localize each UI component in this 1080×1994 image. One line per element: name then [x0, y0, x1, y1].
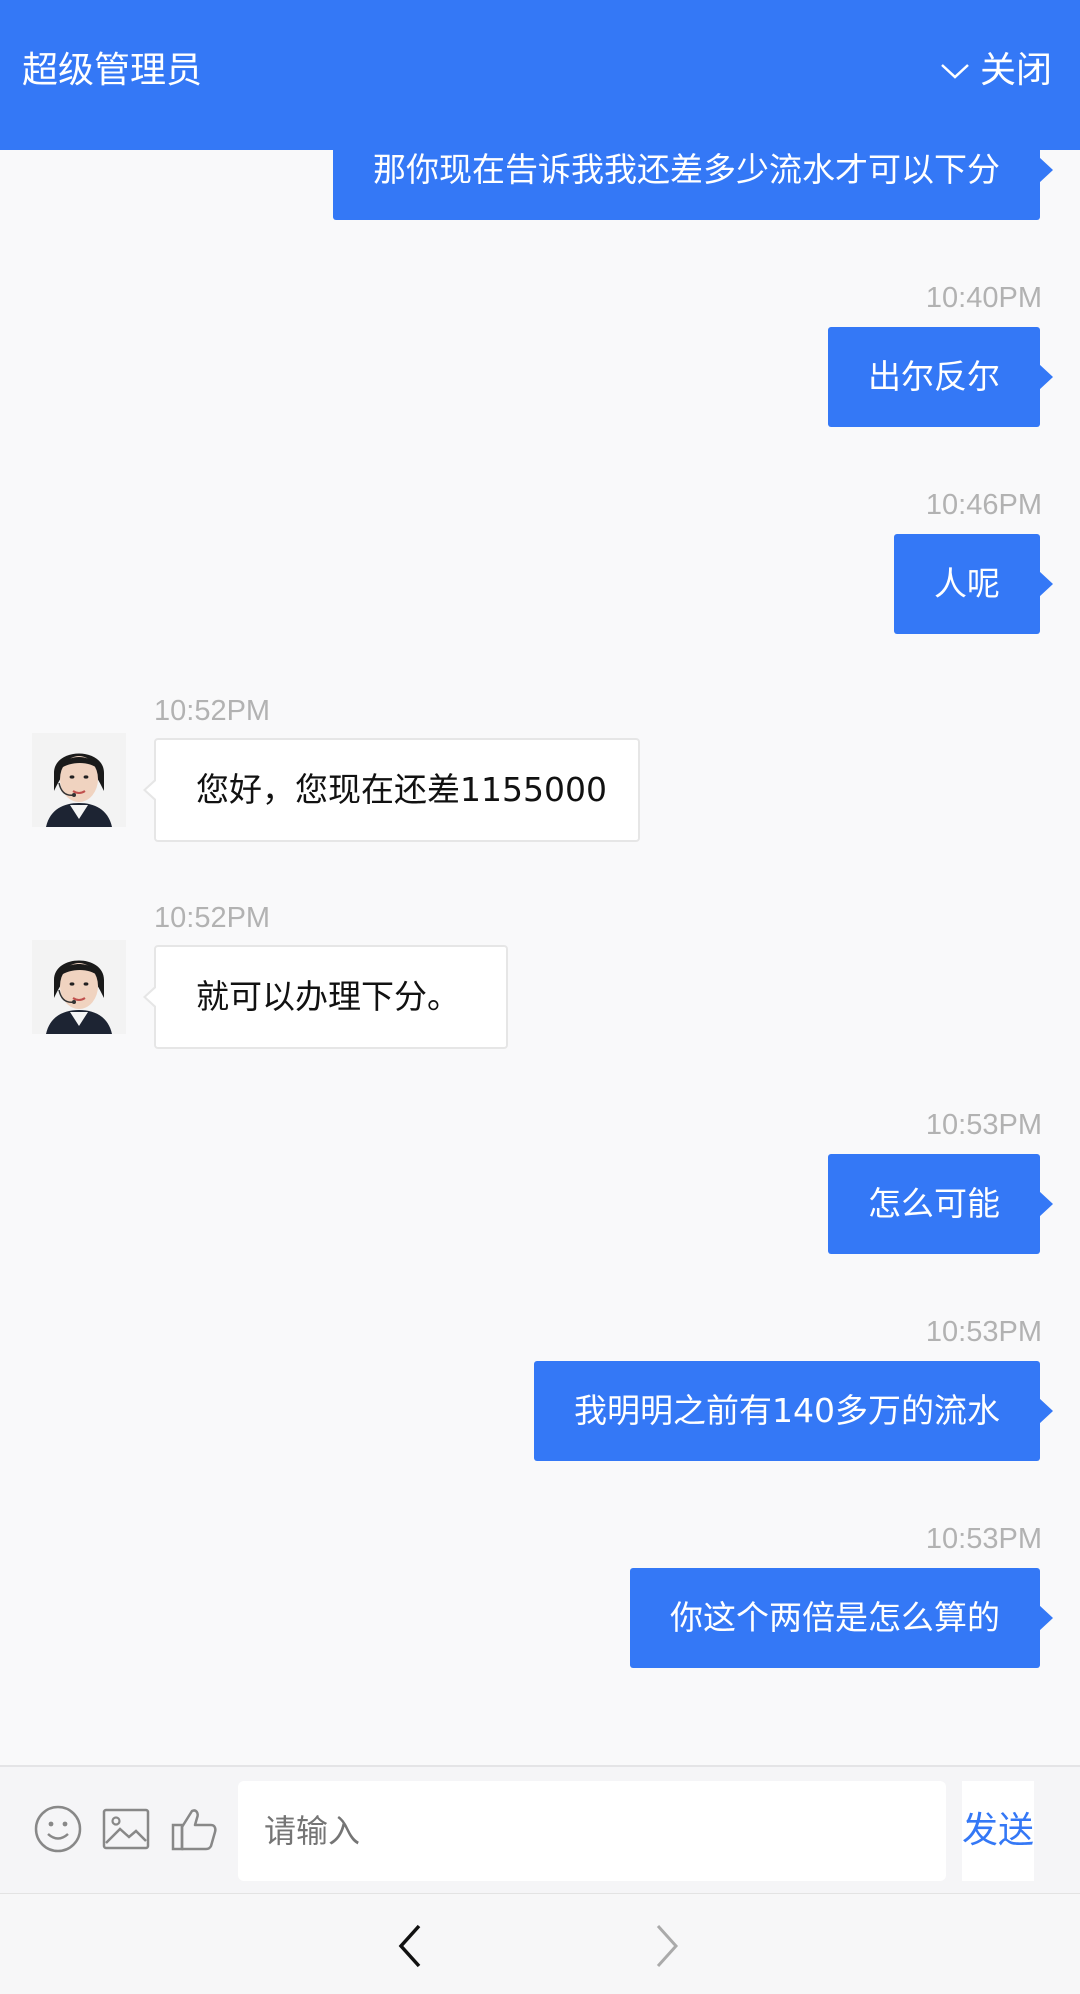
message-timestamp: 10:46PM	[925, 489, 1042, 521]
message-timestamp: 10:53PM	[925, 1109, 1042, 1141]
close-label: 关闭	[979, 50, 1052, 91]
message-timestamp: 10:53PM	[925, 1523, 1042, 1555]
back-icon[interactable]	[395, 1924, 425, 1972]
message-bubble[interactable]: 你这个两倍是怎么算的	[630, 1568, 1053, 1668]
thumbs-up-icon[interactable]	[170, 1805, 218, 1857]
message-timestamp: 10:40PM	[925, 282, 1042, 314]
close-button[interactable]: 关闭	[940, 46, 1052, 96]
message-input[interactable]	[238, 1781, 946, 1881]
forward-icon[interactable]	[652, 1924, 682, 1972]
input-bar: 发送	[0, 1765, 1080, 1893]
message-bubble[interactable]: 人呢	[894, 534, 1053, 634]
image-icon[interactable]	[102, 1805, 150, 1857]
message-bubble[interactable]: 我明明之前有140多万的流水	[534, 1361, 1053, 1461]
message-timestamp: 10:52PM	[154, 695, 271, 727]
chat-header: 超级管理员 关闭	[0, 0, 1080, 150]
emoji-icon[interactable]	[34, 1805, 82, 1857]
chevron-down-icon	[941, 64, 969, 79]
message-bubble[interactable]: 就可以办理下分。	[143, 945, 508, 1049]
message-bubble[interactable]: 您好，您现在还差1155000	[143, 738, 640, 842]
message-timestamp: 10:52PM	[154, 902, 271, 934]
browser-nav-bar	[0, 1893, 1080, 1994]
message-list[interactable]: 那你现在告诉我我还差多少流水才可以下分 10:40PM 出尔反尔 10:46PM…	[0, 150, 1080, 1765]
chat-title: 超级管理员	[22, 50, 203, 91]
message-timestamp: 10:53PM	[925, 1316, 1042, 1348]
message-bubble[interactable]: 出尔反尔	[828, 327, 1053, 427]
send-button[interactable]: 发送	[962, 1781, 1034, 1881]
agent-avatar	[32, 940, 126, 1034]
message-bubble[interactable]: 怎么可能	[828, 1154, 1053, 1254]
agent-avatar	[32, 733, 126, 827]
message-bubble[interactable]: 那你现在告诉我我还差多少流水才可以下分	[333, 150, 1053, 220]
